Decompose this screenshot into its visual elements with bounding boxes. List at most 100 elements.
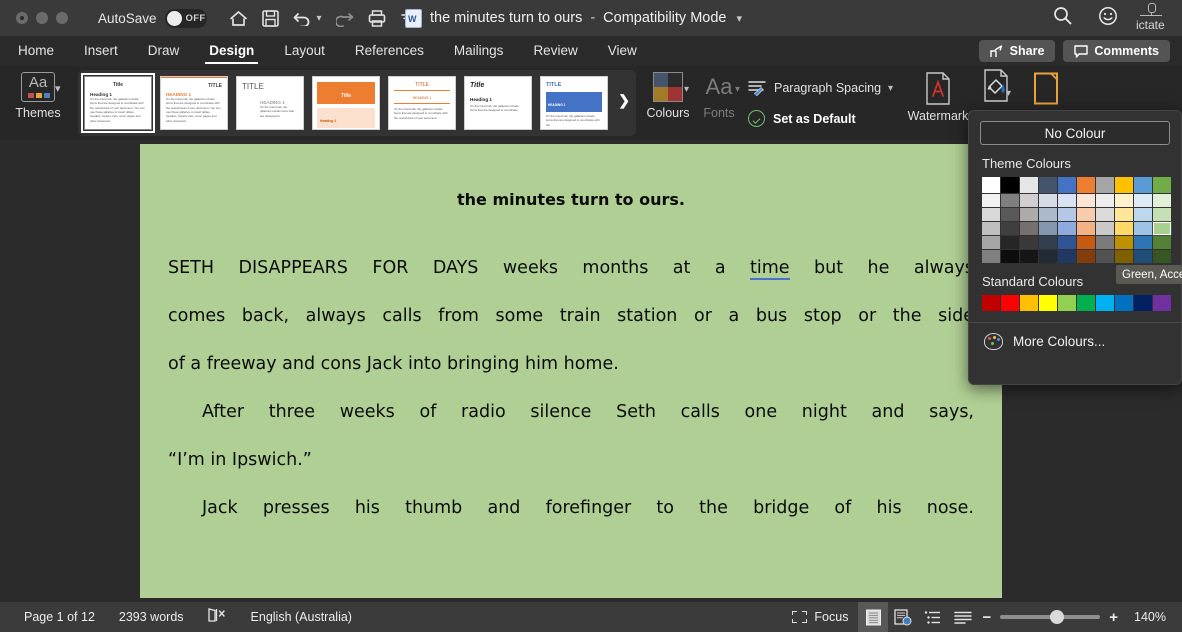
- theme-colour-swatch[interactable]: [1058, 250, 1076, 263]
- share-button[interactable]: Share: [978, 40, 1056, 62]
- theme-colour-swatch[interactable]: [1153, 208, 1171, 221]
- paragraph-spacing-chevron-down-icon[interactable]: ▾: [888, 83, 893, 94]
- theme-colour-swatch[interactable]: [1115, 208, 1133, 221]
- theme-colour-swatch[interactable]: [1020, 250, 1038, 263]
- language-indicator[interactable]: English (Australia): [251, 610, 352, 624]
- style-set-gallery[interactable]: Title Heading 1 On the Insert tab, the g…: [78, 70, 636, 136]
- undo-icon[interactable]: [293, 10, 311, 26]
- style-thumb-5[interactable]: Title Heading 1 On the Insert tab, the g…: [464, 76, 532, 130]
- zoom-slider-control[interactable]: − +: [982, 609, 1118, 626]
- tab-layout[interactable]: Layout: [282, 36, 327, 66]
- theme-colour-swatch[interactable]: [982, 177, 1000, 193]
- smiley-icon[interactable]: [1098, 6, 1118, 31]
- maximize-window-button[interactable]: [56, 12, 68, 24]
- theme-colour-swatch[interactable]: [1058, 208, 1076, 221]
- theme-colour-swatch[interactable]: [1001, 177, 1019, 193]
- theme-colour-swatch[interactable]: [1115, 222, 1133, 235]
- theme-colour-swatch[interactable]: [1001, 250, 1019, 263]
- home-icon[interactable]: [229, 10, 248, 27]
- theme-colour-swatch[interactable]: [1115, 177, 1133, 193]
- word-count[interactable]: 2393 words: [119, 610, 184, 624]
- theme-colour-swatch[interactable]: [1058, 194, 1076, 207]
- no-colour-button[interactable]: No Colour: [980, 121, 1170, 145]
- theme-colour-swatch[interactable]: [1020, 208, 1038, 221]
- page-colour-dropdown[interactable]: No Colour Theme Colours Standard Colours…: [968, 110, 1182, 385]
- standard-colours-grid[interactable]: [982, 295, 1181, 311]
- autosave-control[interactable]: AutoSave OFF: [98, 8, 207, 28]
- title-chevron-down-icon[interactable]: ▾: [736, 12, 742, 25]
- standard-colour-swatch[interactable]: [1096, 295, 1114, 311]
- paragraph-spacing-button[interactable]: Paragraph Spacing ▾: [748, 80, 893, 96]
- zoom-out-button[interactable]: −: [982, 609, 991, 626]
- theme-colour-swatch[interactable]: [1077, 250, 1095, 263]
- autosave-toggle[interactable]: OFF: [164, 8, 207, 28]
- tab-design[interactable]: Design: [205, 36, 259, 66]
- zoom-level-label[interactable]: 140%: [1126, 610, 1174, 624]
- tab-review[interactable]: Review: [531, 36, 579, 66]
- proofing-errors-icon[interactable]: [207, 608, 227, 626]
- search-icon[interactable]: [1053, 6, 1072, 30]
- focus-button[interactable]: Focus: [782, 602, 858, 632]
- theme-colour-swatch[interactable]: [1001, 194, 1019, 207]
- theme-colour-swatch[interactable]: [1134, 194, 1152, 207]
- page-indicator[interactable]: Page 1 of 12: [24, 610, 95, 624]
- theme-colour-swatch[interactable]: [1039, 236, 1057, 249]
- standard-colour-swatch[interactable]: [1039, 295, 1057, 311]
- minimize-window-button[interactable]: [36, 12, 48, 24]
- comments-button[interactable]: Comments: [1063, 40, 1170, 62]
- theme-colour-swatch[interactable]: [1020, 222, 1038, 235]
- theme-colour-swatch[interactable]: [1153, 236, 1171, 249]
- theme-colour-swatch[interactable]: [982, 236, 1000, 249]
- theme-colour-swatch[interactable]: [1096, 194, 1114, 207]
- style-thumb-3[interactable]: Title Heading 1 On the Insert tab, the g…: [312, 76, 380, 130]
- theme-colour-swatch[interactable]: [1001, 208, 1019, 221]
- theme-colour-swatch[interactable]: [1077, 208, 1095, 221]
- style-thumb-6[interactable]: TITLE HEADING 1 On the Insert tab, the g…: [540, 76, 608, 130]
- theme-colour-swatch[interactable]: [1077, 194, 1095, 207]
- theme-colour-swatch[interactable]: [1153, 250, 1171, 263]
- theme-colour-swatch[interactable]: [1020, 177, 1038, 193]
- theme-colour-swatch[interactable]: [1001, 222, 1019, 235]
- save-icon[interactable]: [261, 9, 279, 27]
- theme-colour-swatch[interactable]: [1039, 177, 1057, 193]
- standard-colour-swatch[interactable]: [1115, 295, 1133, 311]
- page-borders-button[interactable]: [1026, 72, 1066, 105]
- window-controls[interactable]: [16, 12, 68, 24]
- theme-colour-swatch[interactable]: [1096, 250, 1114, 263]
- style-thumb-0[interactable]: Title Heading 1 On the Insert tab, the g…: [81, 73, 155, 133]
- standard-colour-swatch[interactable]: [1077, 295, 1095, 311]
- standard-colour-swatch[interactable]: [1153, 295, 1171, 311]
- draft-view-button[interactable]: [948, 602, 978, 632]
- style-thumb-2[interactable]: TITLE HEADING 1 On the Insert tab, the g…: [236, 76, 304, 130]
- zoom-in-button[interactable]: +: [1109, 609, 1118, 626]
- more-colours-button[interactable]: More Colours...: [969, 323, 1181, 350]
- tab-home[interactable]: Home: [16, 36, 56, 66]
- theme-colour-swatch[interactable]: [1058, 177, 1076, 193]
- theme-colour-swatch[interactable]: [1115, 194, 1133, 207]
- theme-colour-swatch[interactable]: [982, 250, 1000, 263]
- document-title[interactable]: the minutes turn to ours: [430, 10, 582, 26]
- tab-draw[interactable]: Draw: [146, 36, 182, 66]
- misspelled-word[interactable]: time: [750, 258, 790, 280]
- theme-colour-swatch[interactable]: [1020, 236, 1038, 249]
- themes-chevron-down-icon[interactable]: ▾: [55, 82, 61, 95]
- tab-insert[interactable]: Insert: [82, 36, 120, 66]
- standard-colour-swatch[interactable]: [982, 295, 1000, 311]
- tab-mailings[interactable]: Mailings: [452, 36, 506, 66]
- document-page[interactable]: the minutes turn to ours. SETH DISAPPEAR…: [140, 144, 1002, 598]
- zoom-track[interactable]: [1000, 610, 1101, 624]
- theme-colour-swatch[interactable]: [1153, 194, 1171, 207]
- outline-view-button[interactable]: [918, 602, 948, 632]
- theme-colour-swatch[interactable]: [1115, 236, 1133, 249]
- standard-colour-swatch[interactable]: [1134, 295, 1152, 311]
- theme-colour-swatch[interactable]: [1058, 222, 1076, 235]
- set-as-default-button[interactable]: Set as Default: [748, 110, 856, 127]
- theme-colour-swatch[interactable]: [1077, 236, 1095, 249]
- theme-colour-swatch[interactable]: [1096, 236, 1114, 249]
- colours-chevron-down-icon[interactable]: ▾: [684, 84, 689, 95]
- gallery-next-chevron-icon[interactable]: ❯: [618, 92, 630, 109]
- theme-colour-swatch[interactable]: [1134, 250, 1152, 263]
- theme-colour-swatch[interactable]: [1134, 222, 1152, 235]
- zoom-handle[interactable]: [1050, 610, 1065, 624]
- tab-view[interactable]: View: [606, 36, 639, 66]
